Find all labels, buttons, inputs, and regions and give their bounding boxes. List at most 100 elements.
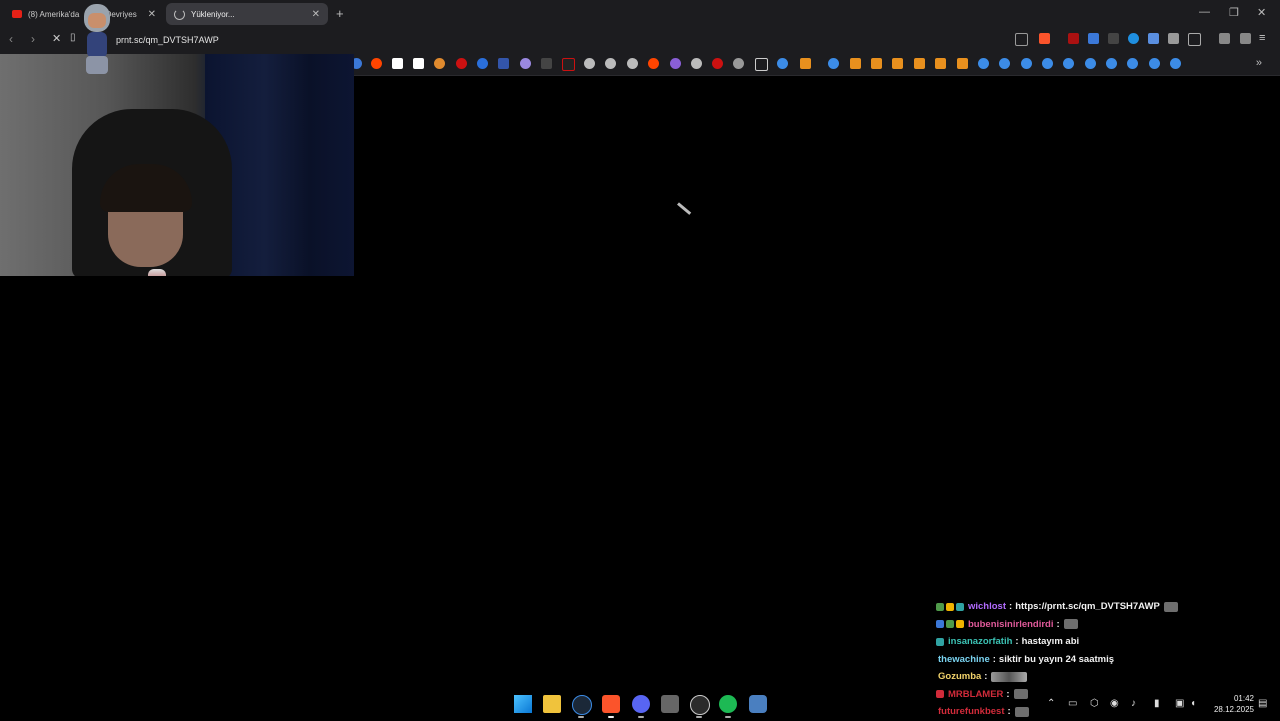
bookmark-icon[interactable] [477, 58, 488, 69]
app-icon[interactable] [661, 695, 679, 713]
microphone-icon [148, 269, 166, 276]
steam-icon[interactable] [1085, 58, 1096, 69]
back-icon[interactable]: ‹ [9, 32, 13, 46]
extension-icon[interactable] [1128, 33, 1139, 44]
steam-icon[interactable] [999, 58, 1010, 69]
network-icon[interactable]: ▣ [1175, 698, 1184, 709]
spotify-icon[interactable] [719, 695, 737, 713]
chat-emote-icon [991, 671, 1028, 682]
bookmark-icon[interactable] [520, 58, 531, 69]
navigation-toolbar: ‹ › ✕ ▯ prnt.sc/qm_DVTSH7AWP ≡ [0, 27, 1280, 53]
media-icon[interactable] [1240, 33, 1251, 44]
bookmark-icon[interactable] [892, 58, 903, 69]
close-window-button[interactable]: ✕ [1257, 6, 1266, 19]
bookmark-icon[interactable] [498, 58, 509, 69]
bookmark-icon[interactable] [914, 58, 925, 69]
steam-icon[interactable] [978, 58, 989, 69]
brave-icon[interactable] [602, 695, 620, 713]
bookmark-icon[interactable] [935, 58, 946, 69]
stop-loading-icon[interactable]: ✕ [52, 32, 61, 45]
sidebar-icon[interactable] [1188, 33, 1201, 46]
tab-title: (8) Amerika'da [28, 9, 80, 19]
share-icon[interactable] [1015, 33, 1028, 46]
close-tab-icon[interactable]: ✕ [312, 9, 320, 20]
folder-icon[interactable] [755, 58, 768, 71]
steam-icon[interactable] [1127, 58, 1138, 69]
kick-icon[interactable] [562, 58, 575, 71]
steam-icon[interactable] [1042, 58, 1053, 69]
chevron-up-icon[interactable]: ⌃ [1047, 698, 1055, 709]
tab-strip: (8) Amerika'da ....ece Devriyes ✕ Yüklen… [0, 0, 1280, 27]
globe-icon[interactable] [584, 58, 595, 69]
steam-tray-icon[interactable]: ◉ [1110, 698, 1119, 709]
bookmark-icon[interactable] [541, 58, 552, 69]
globe-icon[interactable] [605, 58, 616, 69]
microphone-icon[interactable]: ▮ [1154, 698, 1160, 709]
extension-icon[interactable] [1108, 33, 1119, 44]
chat-username: bubenisinirlendirdi [968, 618, 1054, 630]
steam-icon[interactable] [1149, 58, 1160, 69]
minimize-button[interactable]: — [1199, 6, 1210, 18]
chat-message: thewachine: siktir bu yayın 24 saatmiş [938, 653, 1115, 665]
reddit-icon[interactable] [648, 58, 659, 69]
bookmark-icon[interactable] [670, 58, 681, 69]
speaker-icon[interactable]: ♪ [1131, 698, 1136, 709]
chat-badge-icon [936, 602, 944, 611]
brave-shields-icon[interactable] [1039, 33, 1050, 44]
chat-badge-icon [946, 602, 954, 611]
mascot-character [80, 4, 114, 76]
ublock-icon[interactable] [1068, 33, 1079, 44]
youtube-icon [12, 10, 22, 18]
chat-username: thewachine [938, 653, 990, 665]
globe-icon[interactable] [627, 58, 638, 69]
chat-badge-icon [956, 602, 964, 611]
bookmark-icon[interactable]: ▯ [70, 32, 76, 43]
steam-icon[interactable] [572, 695, 592, 715]
bookmark-icon[interactable] [456, 58, 467, 69]
close-tab-icon[interactable]: ✕ [148, 9, 156, 20]
bookmark-icon[interactable] [434, 58, 445, 69]
volume-icon[interactable]: ◖ [1190, 698, 1196, 709]
battery-icon[interactable]: ▭ [1068, 698, 1077, 709]
address-bar[interactable]: prnt.sc/qm_DVTSH7AWP [116, 35, 219, 45]
menu-icon[interactable]: ≡ [1259, 32, 1265, 44]
system-clock[interactable]: 01:42 28.12.2025 [1206, 693, 1254, 715]
app-icon[interactable] [749, 695, 767, 713]
bookmark-icon[interactable] [392, 58, 403, 69]
globe-icon[interactable] [691, 58, 702, 69]
download-icon[interactable] [1219, 33, 1230, 44]
reddit-icon[interactable] [371, 58, 382, 69]
chat-message: wichlost: https://prnt.sc/qm_DVTSH7AWP [936, 598, 1236, 616]
chat-emote-icon [1163, 601, 1178, 612]
steam-icon[interactable] [777, 58, 788, 69]
discord-icon[interactable] [632, 695, 650, 713]
steam-icon[interactable] [1063, 58, 1074, 69]
notification-icon[interactable]: ▤ [1258, 698, 1267, 709]
bookmark-icon[interactable] [957, 58, 968, 69]
puzzle-icon[interactable] [1168, 33, 1179, 44]
steam-icon[interactable] [1021, 58, 1032, 69]
bookmark-icon[interactable] [712, 58, 723, 69]
bookmark-icon[interactable] [871, 58, 882, 69]
steam-icon[interactable] [1170, 58, 1181, 69]
chat-badge-icon [936, 637, 944, 646]
bookmark-icon[interactable] [800, 58, 811, 69]
tray-app-icon[interactable]: ⬡ [1090, 698, 1099, 709]
chat-username: wichlost [968, 601, 1007, 613]
windows-start-icon[interactable] [514, 695, 532, 713]
forward-icon[interactable]: › [31, 32, 35, 46]
loading-spinner-icon [174, 8, 185, 20]
bookmark-icon[interactable] [850, 58, 861, 69]
steam-icon[interactable] [1106, 58, 1117, 69]
amazon-icon[interactable] [413, 58, 424, 69]
extension-icon[interactable] [1148, 33, 1159, 44]
bookmark-icon[interactable] [733, 58, 744, 69]
new-tab-button[interactable]: + [336, 6, 344, 21]
more-bookmarks-icon[interactable]: » [1256, 57, 1262, 69]
file-explorer-icon[interactable] [543, 695, 561, 713]
obs-icon[interactable] [690, 695, 710, 715]
tab-loading[interactable]: Yükleniyor... ✕ [166, 3, 328, 25]
restore-button[interactable]: ❐ [1229, 6, 1239, 19]
extension-icon[interactable] [1088, 33, 1099, 44]
steam-icon[interactable] [828, 58, 839, 69]
